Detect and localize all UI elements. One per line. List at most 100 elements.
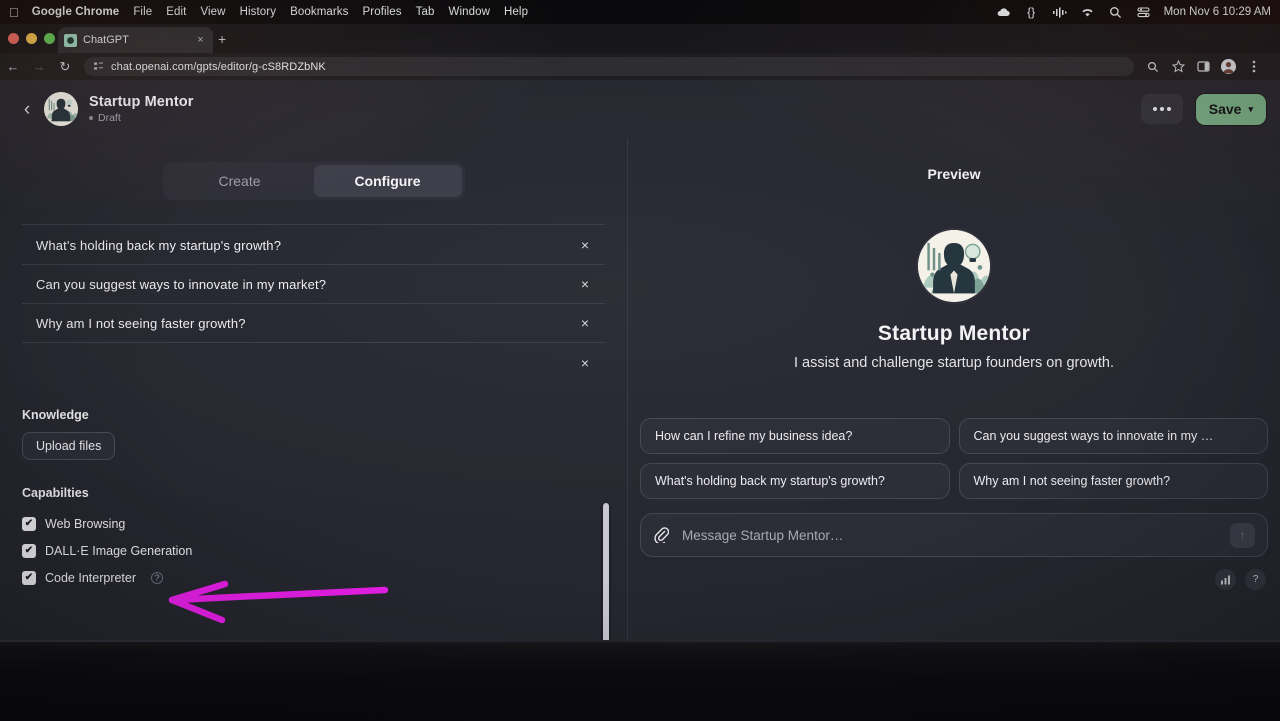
remove-starter-icon[interactable]: × xyxy=(565,276,605,292)
suggestion-chip[interactable]: How can I refine my business idea? xyxy=(640,418,950,454)
remove-starter-icon[interactable]: × xyxy=(565,355,605,371)
capability-label: Web Browsing xyxy=(45,516,126,531)
gpt-editor-header: ‹ Startup Mentor Draft Save ▾ xyxy=(0,80,1280,138)
send-message-button[interactable]: ↑ xyxy=(1230,522,1255,548)
braces-icon[interactable]: {} xyxy=(1024,5,1039,20)
gpt-editor-page: ‹ Startup Mentor Draft Save ▾ Create Con… xyxy=(0,80,1280,640)
menubar-item-edit[interactable]: Edit xyxy=(166,6,186,18)
gpt-name: Startup Mentor xyxy=(89,94,194,110)
dot-icon xyxy=(1152,107,1157,111)
search-icon[interactable] xyxy=(1108,5,1123,20)
address-bar-url: chat.openai.com/gpts/editor/g-cS8RDZbNK xyxy=(111,60,326,73)
minimize-window-button[interactable] xyxy=(26,33,37,44)
preview-gpt-avatar xyxy=(918,230,990,302)
remove-starter-icon[interactable]: × xyxy=(565,237,605,253)
suggestion-chip[interactable]: Can you suggest ways to innovate in my … xyxy=(958,418,1268,454)
side-panel-icon[interactable] xyxy=(1196,60,1210,74)
checkbox-checked-icon[interactable]: ✔ xyxy=(22,543,36,558)
back-chevron-icon[interactable]: ‹ xyxy=(14,100,40,119)
capability-label: DALL·E Image Generation xyxy=(45,543,193,558)
new-tab-button[interactable]: + xyxy=(218,32,226,46)
reload-button[interactable]: ↻ xyxy=(52,59,78,75)
soundwave-icon[interactable] xyxy=(1052,5,1067,20)
dot-icon xyxy=(1166,107,1171,111)
suggestion-chip[interactable]: What's holding back my startup's growth? xyxy=(640,463,950,499)
dot-icon xyxy=(1159,107,1164,111)
browser-chrome: ChatGPT × + ← → ↻ chat.openai.com/gpts/e… xyxy=(0,24,1280,80)
browser-tab-chatgpt[interactable]: ChatGPT × xyxy=(58,27,213,53)
menubar-item-view[interactable]: View xyxy=(200,6,225,18)
screen-bottom-edge xyxy=(0,640,1280,642)
capability-web-browsing[interactable]: ✔ Web Browsing xyxy=(22,510,605,537)
starter-text[interactable]: Can you suggest ways to innovate in my m… xyxy=(22,277,565,292)
menubar-item-help[interactable]: Help xyxy=(504,6,528,18)
tab-create[interactable]: Create xyxy=(166,165,314,197)
capability-dalle-image-generation[interactable]: ✔ DALL·E Image Generation xyxy=(22,537,605,564)
save-button[interactable]: Save ▾ xyxy=(1195,93,1266,125)
profile-avatar[interactable] xyxy=(1221,59,1236,74)
bookmark-star-icon[interactable] xyxy=(1171,60,1185,74)
preview-suggestion-chips: How can I refine my business idea? Can y… xyxy=(628,418,1280,499)
starter-row[interactable]: What's holding back my startup's growth?… xyxy=(22,226,605,265)
menubar-clock[interactable]: Mon Nov 6 10:29 AM xyxy=(1164,6,1271,18)
menubar-app-name[interactable]: Google Chrome xyxy=(32,6,120,18)
starter-row-empty[interactable]: × xyxy=(22,343,605,382)
menubar-item-history[interactable]: History xyxy=(240,6,276,18)
capability-code-interpreter[interactable]: ✔ Code Interpreter ? xyxy=(22,564,605,591)
gpt-avatar-small xyxy=(44,92,78,126)
control-center-icon[interactable] xyxy=(1136,5,1151,20)
menubar-item-window[interactable]: Window xyxy=(449,6,491,18)
browser-toolbar-actions xyxy=(1134,59,1271,74)
menubar-item-tab[interactable]: Tab xyxy=(416,6,435,18)
gpt-header-meta: Startup Mentor Draft xyxy=(89,94,194,124)
checkbox-checked-icon[interactable]: ✔ xyxy=(22,516,36,531)
gpt-status-label: Draft xyxy=(98,112,121,124)
close-window-button[interactable] xyxy=(8,33,19,44)
header-actions: Save ▾ xyxy=(1140,93,1266,125)
wifi-icon[interactable] xyxy=(1080,5,1095,20)
help-question-icon[interactable]: ? xyxy=(1245,569,1266,590)
address-bar[interactable]: chat.openai.com/gpts/editor/g-cS8RDZbNK xyxy=(84,57,1134,76)
search-icon[interactable] xyxy=(1146,60,1160,74)
message-input-placeholder[interactable]: Message Startup Mentor… xyxy=(682,528,1218,543)
menubar-item-profiles[interactable]: Profiles xyxy=(363,6,402,18)
starter-row[interactable]: Can you suggest ways to innovate in my m… xyxy=(22,265,605,304)
tab-configure[interactable]: Configure xyxy=(313,165,462,197)
more-options-button[interactable] xyxy=(1140,94,1183,124)
preview-title: Preview xyxy=(927,166,981,182)
knowledge-section: Knowledge Upload files xyxy=(0,408,627,460)
maximize-window-button[interactable] xyxy=(44,33,55,44)
help-question-icon[interactable]: ? xyxy=(151,571,164,584)
chart-bar-icon[interactable] xyxy=(1215,569,1236,590)
menubar-item-bookmarks[interactable]: Bookmarks xyxy=(290,6,348,18)
back-button[interactable]: ← xyxy=(0,59,26,74)
screen-bottom-cutoff xyxy=(0,640,1280,721)
checkbox-checked-icon[interactable]: ✔ xyxy=(22,570,36,585)
apple-logo-icon[interactable]:  xyxy=(9,6,19,19)
browser-tab-title: ChatGPT xyxy=(83,34,129,46)
gpt-status: Draft xyxy=(89,112,194,124)
upload-files-button[interactable]: Upload files xyxy=(22,432,116,460)
starter-text[interactable]: What's holding back my startup's growth? xyxy=(22,238,565,253)
window-traffic-lights[interactable] xyxy=(8,33,55,44)
starter-text[interactable]: Why am I not seeing faster growth? xyxy=(22,316,565,331)
photographed-screen:  Google Chrome File Edit View History B… xyxy=(0,0,1280,721)
browser-navbar: ← → ↻ chat.openai.com/gpts/editor/g-cS8R… xyxy=(0,53,1280,80)
starter-row[interactable]: Why am I not seeing faster growth? × xyxy=(22,304,605,343)
capabilities-title: Capabilties xyxy=(22,486,89,500)
status-dot-icon xyxy=(89,116,93,120)
chrome-menu-icon[interactable] xyxy=(1247,60,1261,74)
suggestion-chip[interactable]: Why am I not seeing faster growth? xyxy=(958,463,1268,499)
paperclip-icon[interactable] xyxy=(653,527,670,544)
close-tab-icon[interactable]: × xyxy=(194,34,207,46)
menubar-item-file[interactable]: File xyxy=(133,6,152,18)
preview-composer[interactable]: Message Startup Mentor… ↑ xyxy=(640,513,1268,557)
configure-pane-scrollbar[interactable] xyxy=(603,503,609,640)
forward-button[interactable]: → xyxy=(26,59,52,74)
site-settings-icon[interactable] xyxy=(93,61,104,72)
cloud-icon[interactable] xyxy=(996,5,1011,20)
chevron-down-icon[interactable]: ▾ xyxy=(1248,104,1253,114)
preview-gpt-description: I assist and challenge startup founders … xyxy=(794,355,1114,371)
scrolled-partial-row xyxy=(22,214,605,226)
remove-starter-icon[interactable]: × xyxy=(565,315,605,331)
